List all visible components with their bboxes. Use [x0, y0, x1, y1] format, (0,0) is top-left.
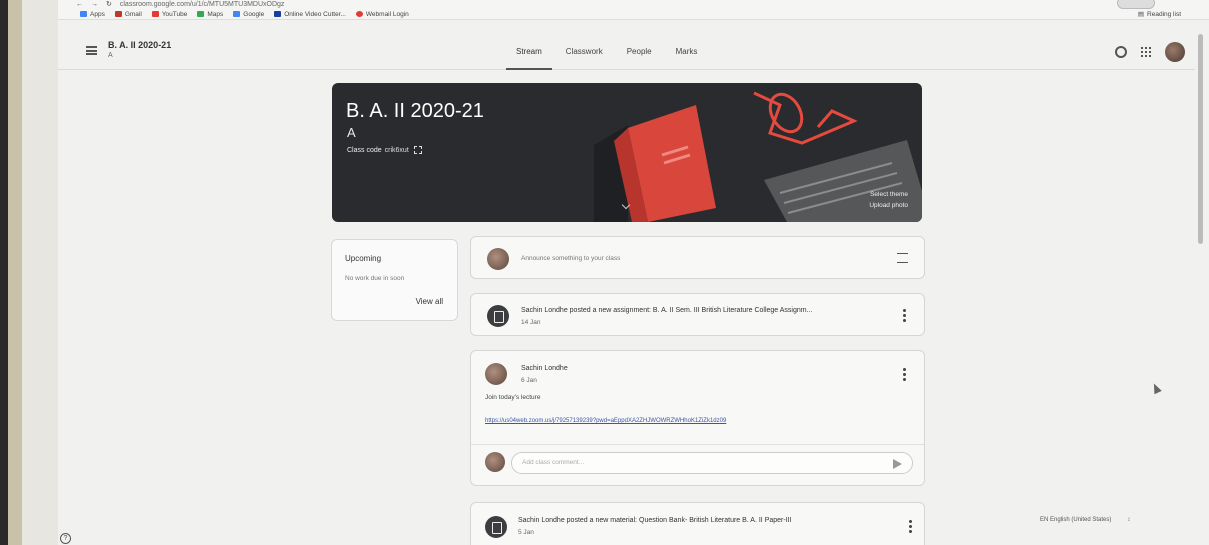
comment-row: Add class comment... [471, 444, 924, 484]
reading-list-label: Reading list [1147, 10, 1181, 18]
class-code-value: crik6xut [384, 146, 409, 154]
avatar [485, 363, 507, 385]
class-banner: B. A. II 2020-21 A Class code crik6xut S… [332, 83, 922, 222]
reload-icon[interactable]: ↻ [106, 0, 112, 8]
class-code: Class code crik6xut [347, 146, 422, 154]
tab-people[interactable]: People [615, 34, 664, 70]
apps-grid-icon[interactable] [1141, 47, 1151, 57]
banner-title: B. A. II 2020-21 [346, 100, 484, 122]
bookmark-label: Apps [90, 10, 105, 18]
avatar[interactable] [1165, 42, 1185, 62]
avatar [485, 452, 505, 472]
post-author: Sachin Londhe [521, 365, 568, 372]
class-comment-input[interactable]: Add class comment... [511, 452, 913, 474]
post-date: 6 Jan [521, 377, 537, 384]
google-icon [233, 11, 241, 17]
send-icon[interactable] [893, 459, 902, 469]
class-tabs: Stream Classwork People Marks [504, 34, 709, 70]
reading-list-icon: ▤ [1137, 11, 1145, 18]
mouse-cursor-icon [1150, 381, 1162, 395]
video-cutter-icon [274, 11, 282, 17]
tab-classwork[interactable]: Classwork [554, 34, 615, 70]
bookmarks-bar: Apps Gmail YouTube Maps Google Online Vi… [80, 9, 409, 19]
class-section: A [108, 52, 113, 59]
gmail-icon [114, 11, 122, 17]
repost-icon[interactable] [897, 253, 908, 263]
material-icon [485, 516, 507, 538]
banner-section: A [347, 125, 356, 140]
bookmark-label: Gmail [124, 10, 142, 18]
announce-placeholder[interactable]: Announce something to your class [521, 255, 620, 262]
url-text[interactable]: classroom.google.com/u/1/c/MTU5MTU3MDUxO… [120, 1, 285, 8]
reading-list-button[interactable]: ▤ Reading list [1137, 10, 1181, 19]
gear-icon[interactable] [1115, 46, 1127, 58]
bookmark-label: Maps [207, 10, 224, 18]
language-label: EN English (United States) [1040, 517, 1112, 523]
more-options-icon[interactable] [903, 309, 906, 322]
post-text[interactable]: Sachin Londhe posted a new material: Que… [518, 517, 792, 524]
bookmark-webmail[interactable]: Webmail Login [355, 10, 409, 18]
webmail-icon [355, 11, 363, 17]
upload-photo-button[interactable]: Upload photo [869, 202, 908, 209]
forward-icon[interactable]: → [91, 1, 98, 8]
tab-marks[interactable]: Marks [664, 34, 710, 70]
screen: ← → ↻ classroom.google.com/u/1/c/MTU5MTU… [0, 0, 1209, 545]
class-code-label: Class code [347, 146, 382, 154]
stream-post-assignment[interactable]: Sachin Londhe posted a new assignment: B… [470, 293, 925, 336]
zoom-link[interactable]: https://us04web.zoom.us/j/79257139239?pw… [485, 418, 726, 424]
bookmark-gmail[interactable]: Gmail [114, 10, 142, 18]
bookmark-apps[interactable]: Apps [80, 11, 105, 18]
select-arrows-icon: ↕ [1127, 517, 1131, 523]
post-body: Join today's lecture [485, 394, 541, 401]
upcoming-title: Upcoming [345, 254, 382, 263]
stream-post-announcement: Sachin Londhe 6 Jan Join today's lecture… [470, 350, 925, 486]
stream-post-material[interactable]: Sachin Londhe posted a new material: Que… [470, 502, 925, 545]
monitor-bezel [0, 0, 58, 545]
browser-toolbar: ← → ↻ classroom.google.com/u/1/c/MTU5MTU… [58, 0, 1209, 20]
hamburger-menu-icon[interactable] [86, 46, 97, 55]
page-scrollbar[interactable] [1198, 34, 1203, 244]
maps-icon [197, 11, 205, 17]
bookmark-label: Webmail Login [365, 10, 409, 18]
more-options-icon[interactable] [909, 520, 912, 533]
select-theme-button[interactable]: Select theme [870, 191, 908, 198]
view-all-link[interactable]: View all [416, 297, 443, 306]
post-date: 5 Jan [518, 529, 534, 536]
upcoming-text: No work due in soon [345, 275, 405, 282]
apps-grid-icon [80, 11, 87, 17]
post-date: 14 Jan [521, 319, 541, 326]
bookmark-video-cutter[interactable]: Online Video Cutter... [274, 11, 346, 18]
address-bar[interactable]: ← → ↻ classroom.google.com/u/1/c/MTU5MTU… [76, 0, 285, 9]
fullscreen-icon[interactable] [413, 146, 422, 154]
bookmark-youtube[interactable]: YouTube [151, 10, 188, 18]
bookmark-google[interactable]: Google [233, 11, 264, 18]
classroom-header: B. A. II 2020-21 A Stream Classwork Peop… [58, 34, 1195, 70]
tab-stream[interactable]: Stream [504, 34, 554, 70]
avatar [487, 248, 509, 270]
announce-card[interactable]: Announce something to your class [470, 236, 925, 279]
bookmark-label: Google [243, 10, 265, 18]
upcoming-card: Upcoming No work due in soon View all [331, 239, 458, 321]
bookmark-label: Online Video Cutter... [284, 10, 346, 18]
class-title[interactable]: B. A. II 2020-21 [108, 40, 171, 50]
bookmark-maps[interactable]: Maps [197, 11, 223, 18]
header-actions [1115, 42, 1185, 62]
youtube-icon [151, 11, 159, 17]
back-icon[interactable]: ← [76, 1, 83, 8]
help-icon[interactable]: ? [60, 533, 71, 544]
assignment-icon [487, 305, 509, 327]
more-options-icon[interactable] [903, 368, 906, 381]
bookmark-label: YouTube [161, 10, 188, 18]
comment-placeholder: Add class comment... [522, 459, 585, 466]
language-select[interactable]: EN English (United States) ↕ [1040, 517, 1130, 523]
post-text[interactable]: Sachin Londhe posted a new assignment: B… [521, 307, 812, 314]
profile-button[interactable] [1117, 0, 1155, 9]
